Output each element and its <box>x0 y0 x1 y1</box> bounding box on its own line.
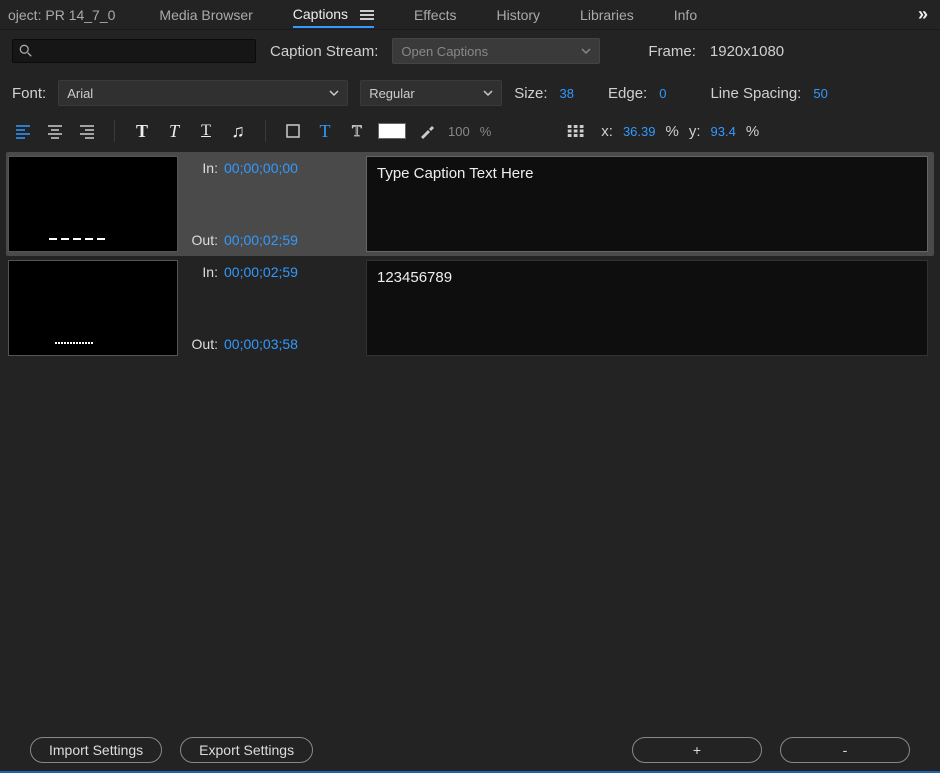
out-label: Out: <box>186 336 218 352</box>
search-icon <box>19 44 33 58</box>
divider <box>114 120 115 142</box>
size-value[interactable]: 38 <box>560 86 574 101</box>
tab-media-browser[interactable]: Media Browser <box>159 3 252 27</box>
music-note-button[interactable]: ♫ <box>227 120 249 142</box>
line-spacing-label: Line Spacing: <box>710 85 801 102</box>
italic-button[interactable]: T <box>163 120 185 142</box>
timecode-column: In: 00;00;00;00 Out: 00;00;02;59 <box>186 156 358 252</box>
stream-row: Caption Stream: Open Captions Frame: 192… <box>0 30 940 72</box>
background-color-button[interactable] <box>282 120 304 142</box>
font-row: Font: Arial Regular Size: 38 Edge: 0 Lin… <box>0 72 940 114</box>
tab-history[interactable]: History <box>496 3 540 27</box>
in-label: In: <box>186 264 218 280</box>
caption-text-input[interactable]: 123456789 <box>366 260 928 356</box>
divider <box>265 120 266 142</box>
tab-effects[interactable]: Effects <box>414 3 457 27</box>
eyedropper-button[interactable] <box>416 120 438 142</box>
edge-label: Edge: <box>608 85 647 102</box>
tabs-overflow-icon[interactable]: » <box>910 4 936 25</box>
caption-thumbnail <box>8 156 178 252</box>
y-label: y: <box>689 123 701 140</box>
chevron-down-icon <box>483 86 493 101</box>
add-caption-button[interactable]: + <box>632 737 762 763</box>
caption-thumbnail <box>8 260 178 356</box>
in-value[interactable]: 00;00;00;00 <box>224 160 298 176</box>
edge-value[interactable]: 0 <box>659 86 666 101</box>
font-label: Font: <box>12 85 46 102</box>
position-grid-button[interactable] <box>561 120 591 142</box>
align-left-button[interactable] <box>12 120 34 142</box>
outline-color-button[interactable]: T <box>346 120 368 142</box>
y-value[interactable]: 93.4 <box>711 124 736 139</box>
tab-project[interactable]: oject: PR 14_7_0 <box>4 7 119 23</box>
font-select[interactable]: Arial <box>58 80 348 106</box>
opacity-value[interactable]: 100 <box>448 124 470 139</box>
align-center-button[interactable] <box>44 120 66 142</box>
font-style-value: Regular <box>369 86 415 101</box>
import-settings-button[interactable]: Import Settings <box>30 737 162 763</box>
out-value[interactable]: 00;00;03;58 <box>224 336 298 352</box>
caption-row[interactable]: In: 00;00;00;00 Out: 00;00;02;59 Type Capt… <box>6 152 934 256</box>
bold-button[interactable]: T <box>131 120 153 142</box>
y-unit: % <box>746 123 759 140</box>
caption-stream-select[interactable]: Open Captions <box>392 38 600 64</box>
chevron-down-icon <box>329 86 339 101</box>
frame-value: 1920x1080 <box>710 43 784 60</box>
line-spacing-value[interactable]: 50 <box>813 86 827 101</box>
in-label: In: <box>186 160 218 176</box>
x-label: x: <box>601 123 613 140</box>
font-style-select[interactable]: Regular <box>360 80 502 106</box>
format-toolbar: T T T ♫ T T 100 % x: 36.39 % y: 93.4 % <box>0 114 940 152</box>
frame-label: Frame: <box>648 43 696 60</box>
tab-info[interactable]: Info <box>674 3 697 27</box>
x-unit: % <box>665 123 678 140</box>
text-color-button[interactable]: T <box>314 120 336 142</box>
opacity-unit: % <box>480 124 492 139</box>
out-label: Out: <box>186 232 218 248</box>
svg-text:T: T <box>352 123 362 140</box>
search-input[interactable] <box>12 39 256 63</box>
font-value: Arial <box>67 86 93 101</box>
caption-list: In: 00;00;00;00 Out: 00;00;02;59 Type Capt… <box>0 152 940 360</box>
out-value[interactable]: 00;00;02;59 <box>224 232 298 248</box>
chevron-down-icon <box>581 44 591 59</box>
export-settings-button[interactable]: Export Settings <box>180 737 313 763</box>
remove-caption-button[interactable]: - <box>780 737 910 763</box>
tab-libraries[interactable]: Libraries <box>580 3 634 27</box>
caption-stream-label: Caption Stream: <box>270 43 378 60</box>
color-swatch[interactable] <box>378 123 406 139</box>
panel-menu-icon[interactable] <box>360 10 374 20</box>
x-value[interactable]: 36.39 <box>623 124 656 139</box>
footer: Import Settings Export Settings + - <box>0 737 940 763</box>
tab-captions[interactable]: Captions <box>293 2 374 28</box>
in-value[interactable]: 00;00;02;59 <box>224 264 298 280</box>
caption-row[interactable]: In: 00;00;02;59 Out: 00;00;03;58 123456789 <box>6 256 934 360</box>
align-right-button[interactable] <box>76 120 98 142</box>
caption-stream-value: Open Captions <box>401 44 488 59</box>
timecode-column: In: 00;00;02;59 Out: 00;00;03;58 <box>186 260 358 356</box>
caption-text-input[interactable]: Type Caption Text Here <box>366 156 928 252</box>
tab-captions-label: Captions <box>293 6 348 22</box>
size-label: Size: <box>514 85 547 102</box>
panel-tabs: oject: PR 14_7_0 Media Browser Captions … <box>0 0 940 30</box>
underline-button[interactable]: T <box>195 120 217 142</box>
